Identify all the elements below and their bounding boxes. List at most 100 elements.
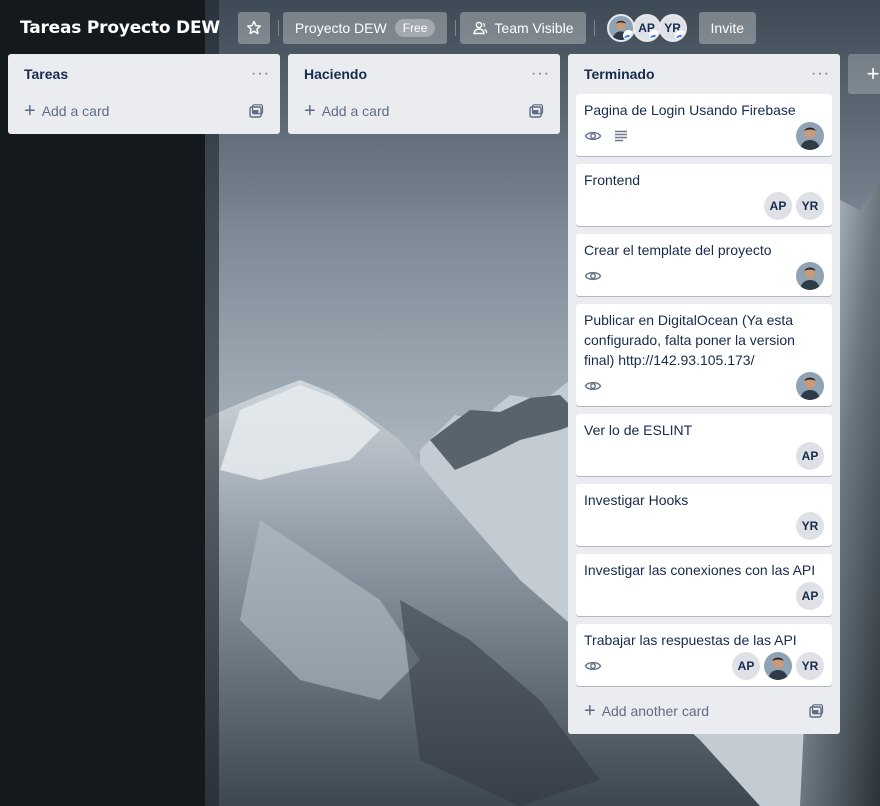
card-title: Pagina de Login Usando Firebase (584, 102, 796, 118)
plan-badge: Free (394, 19, 436, 37)
card-members: AP YR (760, 192, 824, 220)
watch-icon (584, 661, 602, 671)
list-terminado: Terminado ··· Pagina de Login Usando Fir… (568, 54, 840, 734)
card-footer (584, 372, 824, 400)
list-name[interactable]: Tareas (24, 66, 68, 82)
card[interactable]: Ver lo de ESLINT AP (576, 414, 832, 476)
card[interactable]: Pagina de Login Usando Firebase (576, 94, 832, 156)
list-haciendo: Haciendo ··· + Add a card (288, 54, 560, 134)
card-template-icon[interactable] (528, 103, 544, 119)
star-board-button[interactable] (237, 12, 270, 44)
card-title: Trabajar las respuestas de las API (584, 632, 797, 648)
visibility-button[interactable]: Team Visible (460, 12, 586, 44)
card[interactable]: Frontend AP YR (576, 164, 832, 226)
admin-chevron-icon: ︽ (622, 30, 633, 40)
card-title: Investigar las conexiones con las API (584, 562, 816, 578)
member-avatar-ap[interactable]: AP ︽ (632, 14, 661, 42)
list-tareas: Tareas ··· + Add a card (8, 54, 280, 134)
list-header[interactable]: Terminado ··· (568, 54, 840, 94)
card[interactable]: Publicar en DigitalOcean (Ya esta config… (576, 304, 832, 406)
description-icon (615, 130, 627, 142)
member-avatar-ap[interactable]: AP (764, 192, 792, 220)
card-members (792, 372, 824, 400)
member-avatar-photo[interactable] (796, 122, 824, 150)
board-members: ︽ AP ︽ YR ︽ (606, 14, 687, 42)
divider (277, 20, 279, 36)
card-list: Pagina de Login Usando Firebase Frontend A… (568, 94, 840, 686)
add-card-button[interactable]: + Add a card (296, 94, 552, 128)
member-avatar-yr[interactable]: YR ︽ (658, 14, 687, 42)
list-header[interactable]: Tareas ··· (8, 54, 280, 94)
member-avatar-photo[interactable]: ︽ (606, 14, 635, 42)
list-menu-icon[interactable]: ··· (531, 66, 550, 82)
add-card-button[interactable]: + Add a card (16, 94, 272, 128)
add-list-button[interactable]: + (848, 54, 880, 94)
card-footer: AP YR (584, 652, 824, 680)
card[interactable]: Trabajar las respuestas de las API AP YR (576, 624, 832, 686)
team-icon (473, 21, 488, 35)
visibility-label: Team Visible (494, 20, 574, 36)
divider (455, 20, 457, 36)
card[interactable]: Crear el template del proyecto (576, 234, 832, 296)
card-members: AP (792, 442, 824, 470)
member-avatar-photo[interactable] (796, 262, 824, 290)
card[interactable]: Investigar las conexiones con las API AP (576, 554, 832, 616)
card-members: AP YR (728, 652, 824, 680)
member-avatar-yr[interactable]: YR (796, 192, 824, 220)
member-avatar-photo[interactable] (796, 372, 824, 400)
admin-chevron-icon: ︽ (648, 30, 659, 40)
admin-chevron-icon: ︽ (674, 30, 685, 40)
user-photo-icon (796, 372, 824, 400)
board-title[interactable]: Tareas Proyecto DEW (12, 18, 228, 38)
add-card-button[interactable]: + Add another card (576, 694, 832, 728)
list-menu-icon[interactable]: ··· (251, 66, 270, 82)
member-avatar-ap[interactable]: AP (732, 652, 760, 680)
card-template-icon[interactable] (248, 103, 264, 119)
workspace-label: Proyecto DEW (294, 20, 387, 36)
user-photo-icon (796, 122, 824, 150)
card-footer (584, 122, 824, 150)
user-photo-icon (764, 652, 792, 680)
list-header[interactable]: Haciendo ··· (288, 54, 560, 94)
workspace-button[interactable]: Proyecto DEW Free (282, 12, 448, 44)
card-footer: AP (584, 442, 824, 470)
list-name[interactable]: Terminado (584, 66, 655, 82)
plus-icon: + (584, 700, 596, 722)
card-footer: AP YR (584, 192, 824, 220)
card-members: AP (792, 582, 824, 610)
card-badges (584, 127, 640, 145)
card-footer (584, 262, 824, 290)
list-name[interactable]: Haciendo (304, 66, 367, 82)
watch-icon (584, 131, 602, 141)
card-badges (584, 657, 612, 675)
card[interactable]: Investigar Hooks YR (576, 484, 832, 546)
board-header: Tareas Proyecto DEW Proyecto DEW Free Te… (0, 0, 880, 56)
card-members (792, 262, 824, 290)
watch-icon (584, 271, 602, 281)
member-avatar-photo[interactable] (764, 652, 792, 680)
member-avatar-yr[interactable]: YR (796, 512, 824, 540)
list-menu-icon[interactable]: ··· (811, 66, 830, 82)
card-title: Ver lo de ESLINT (584, 422, 693, 438)
card-footer: AP (584, 582, 824, 610)
add-card-label: Add a card (321, 103, 390, 119)
star-icon (246, 20, 261, 35)
add-card-label: Add a card (41, 103, 110, 119)
invite-button[interactable]: Invite (698, 12, 757, 44)
card-title: Publicar en DigitalOcean (Ya esta config… (584, 312, 795, 368)
card-title: Investigar Hooks (584, 492, 689, 508)
card-badges (584, 267, 612, 285)
member-avatar-yr[interactable]: YR (796, 652, 824, 680)
member-avatar-ap[interactable]: AP (796, 442, 824, 470)
card-footer: YR (584, 512, 824, 540)
plus-icon: + (24, 100, 36, 122)
user-photo-icon (796, 262, 824, 290)
card-template-icon[interactable] (808, 703, 824, 719)
card-members (792, 122, 824, 150)
member-avatar-ap[interactable]: AP (796, 582, 824, 610)
plus-icon: + (304, 100, 316, 122)
card-title: Crear el template del proyecto (584, 242, 772, 258)
card-badges (584, 377, 612, 395)
card-title: Frontend (584, 172, 641, 188)
card-members: YR (792, 512, 824, 540)
